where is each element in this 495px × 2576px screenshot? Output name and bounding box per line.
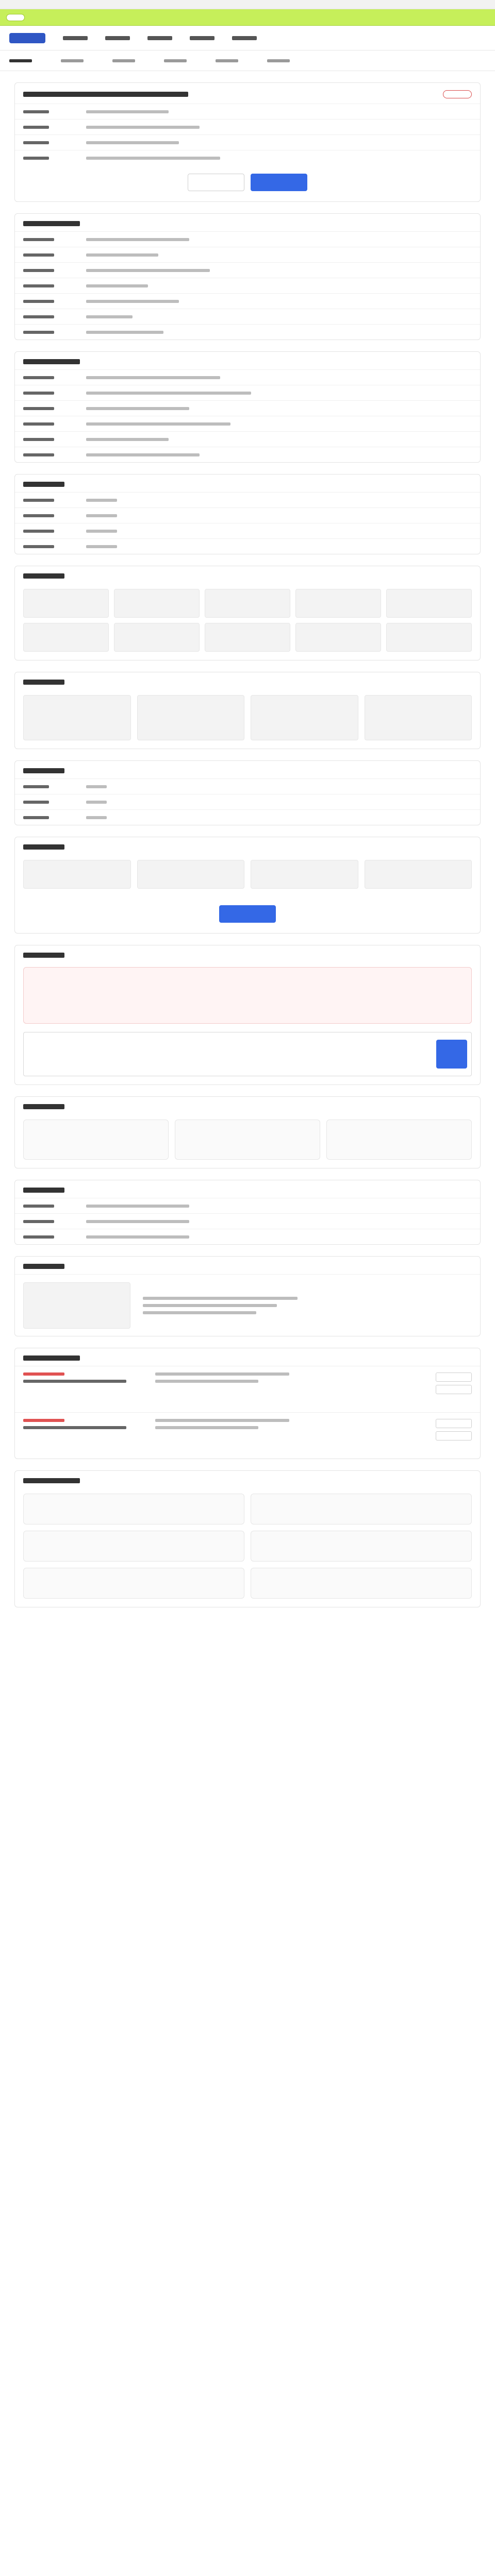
welfare-tile (23, 589, 109, 618)
environment-section (14, 760, 481, 825)
apply-method-tile (23, 860, 131, 889)
job-title (23, 92, 188, 97)
section-title (23, 1264, 64, 1269)
notice-box (23, 967, 472, 1024)
stats-section (14, 1096, 481, 1168)
welfare-tile (114, 589, 200, 618)
section-title (23, 953, 64, 958)
apply-button[interactable] (251, 174, 307, 191)
section-title (23, 844, 64, 850)
apply-method-tile (251, 860, 358, 889)
section-title (23, 1188, 64, 1193)
job-card[interactable] (23, 1494, 244, 1524)
job-card[interactable] (251, 1568, 472, 1599)
section-title (23, 680, 64, 685)
tab-2[interactable] (61, 59, 84, 62)
welfare-tile (295, 623, 381, 652)
conditions-section (14, 351, 481, 463)
list-item[interactable] (15, 1366, 480, 1412)
list-item[interactable] (15, 1412, 480, 1459)
facility-tile (251, 695, 358, 740)
job-card[interactable] (23, 1531, 244, 1562)
nav-menu-1[interactable] (63, 36, 88, 40)
welfare-tile (386, 623, 472, 652)
tab-3[interactable] (112, 59, 135, 62)
company-section (14, 1256, 481, 1336)
section-title (23, 1104, 64, 1109)
welfare-section (14, 566, 481, 660)
application-section (14, 837, 481, 934)
section-title (23, 1355, 80, 1361)
global-navigation (0, 26, 495, 50)
inquiry-input[interactable] (23, 1032, 472, 1076)
tab-6[interactable] (267, 59, 290, 62)
section-title (23, 1478, 80, 1483)
nav-menu-5[interactable] (232, 36, 257, 40)
apply-method-tile (137, 860, 244, 889)
status-badge (443, 90, 472, 98)
recruitment-section (14, 213, 481, 340)
welfare-tile (205, 589, 290, 618)
facility-tile (364, 695, 472, 740)
stat-card (326, 1120, 472, 1160)
nav-menu-3[interactable] (147, 36, 172, 40)
welfare-tile (295, 589, 381, 618)
apply-method-tile (364, 860, 472, 889)
other-jobs-section (14, 1348, 481, 1459)
section-title (23, 221, 80, 226)
job-summary-section (14, 82, 481, 202)
nav-menu-2[interactable] (105, 36, 130, 40)
section-title (23, 768, 64, 773)
apply-button[interactable] (219, 905, 276, 923)
promo-banner[interactable] (0, 9, 495, 26)
save-button[interactable] (188, 174, 244, 191)
facility-tile (137, 695, 244, 740)
section-title (23, 359, 80, 364)
stat-card (23, 1120, 169, 1160)
submit-button[interactable] (436, 1040, 467, 1069)
section-tabs (0, 50, 495, 71)
facility-tile (23, 695, 131, 740)
site-logo[interactable] (9, 32, 45, 43)
tab-4[interactable] (164, 59, 187, 62)
job-card[interactable] (23, 1568, 244, 1599)
stat-card (175, 1120, 320, 1160)
inquiry-section (14, 945, 481, 1085)
job-card[interactable] (251, 1531, 472, 1562)
preferences-section (14, 474, 481, 554)
section-title (23, 573, 64, 579)
nav-menu-4[interactable] (190, 36, 214, 40)
welfare-tile (205, 623, 290, 652)
welfare-tile (386, 589, 472, 618)
promo-pill[interactable] (6, 13, 25, 21)
job-card[interactable] (251, 1494, 472, 1524)
tab-5[interactable] (216, 59, 238, 62)
agency-section (14, 1180, 481, 1245)
recommended-section (14, 1470, 481, 1607)
facility-section (14, 672, 481, 749)
company-logo (23, 1282, 130, 1329)
top-utility-bar (0, 0, 495, 9)
welfare-tile (23, 623, 109, 652)
welfare-tile (114, 623, 200, 652)
tab-1[interactable] (9, 59, 32, 62)
section-title (23, 482, 64, 487)
